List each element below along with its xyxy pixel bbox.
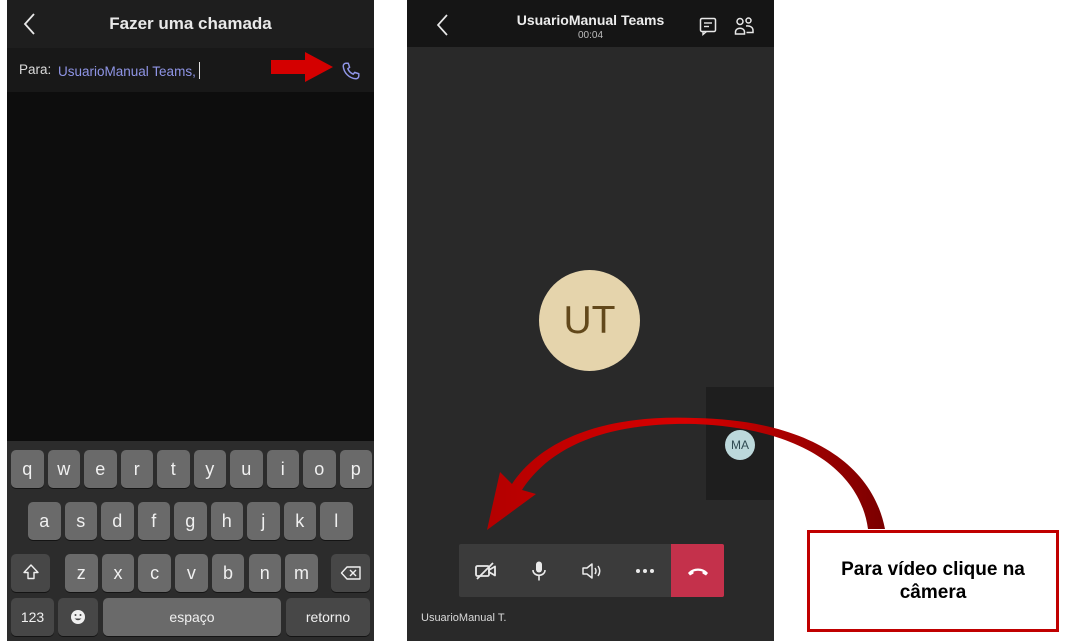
key-w[interactable]: w [47, 450, 80, 488]
key-e[interactable]: e [84, 450, 117, 488]
backspace-key[interactable] [331, 554, 370, 592]
key-j[interactable]: j [247, 502, 280, 540]
numbers-key[interactable]: 123 [11, 598, 54, 636]
recipient-field[interactable]: Para: UsuarioManual Teams, [7, 48, 374, 92]
make-call-screen: Fazer uma chamada Para: UsuarioManual Te… [7, 0, 374, 641]
key-f[interactable]: f [137, 502, 170, 540]
on-screen-keyboard: qwertyuiop asdfghjkl zxcvbnm 123 espaço … [7, 441, 374, 641]
key-s[interactable]: s [64, 502, 97, 540]
more-options-button[interactable] [618, 544, 671, 597]
recipient-value: UsuarioManual Teams, [58, 64, 196, 79]
key-h[interactable]: h [210, 502, 243, 540]
key-k[interactable]: k [283, 502, 316, 540]
active-call-screen: UsuarioManual Teams 00:04 UT MA UsuarioM… [407, 0, 774, 641]
key-y[interactable]: y [193, 450, 226, 488]
key-d[interactable]: d [101, 502, 134, 540]
page-title: Fazer uma chamada [109, 14, 272, 33]
key-v[interactable]: v [175, 554, 208, 592]
emoji-icon [71, 610, 85, 624]
participant-name-label: UsuarioManual T. [421, 612, 507, 624]
shift-key[interactable] [11, 554, 50, 592]
key-n[interactable]: n [248, 554, 281, 592]
caller-name: UsuarioManual Teams [516, 12, 665, 28]
key-a[interactable]: a [28, 502, 61, 540]
chat-icon[interactable] [698, 16, 718, 36]
key-c[interactable]: c [138, 554, 171, 592]
camera-toggle-button[interactable] [459, 544, 512, 597]
header-bar: Fazer uma chamada [7, 0, 374, 48]
key-r[interactable]: r [120, 450, 153, 488]
call-header: UsuarioManual Teams 00:04 [407, 0, 774, 47]
camera-off-icon [474, 561, 496, 580]
phone-call-icon[interactable] [340, 60, 362, 82]
microphone-icon [531, 561, 546, 580]
key-m[interactable]: m [285, 554, 318, 592]
key-t[interactable]: t [157, 450, 190, 488]
more-icon [635, 568, 654, 573]
key-o[interactable]: o [303, 450, 336, 488]
backspace-icon [340, 566, 361, 580]
shift-icon [22, 564, 39, 580]
callout-text: Para vídeo clique na câmera [841, 559, 1025, 603]
instruction-callout: Para vídeo clique na câmera [807, 530, 1059, 632]
key-g[interactable]: g [174, 502, 207, 540]
key-i[interactable]: i [266, 450, 299, 488]
speaker-button[interactable] [565, 544, 618, 597]
caller-avatar: UT [539, 270, 640, 371]
key-u[interactable]: u [230, 450, 263, 488]
to-label: Para: [19, 62, 52, 77]
emoji-key[interactable] [58, 598, 98, 636]
space-key[interactable]: espaço [103, 598, 281, 636]
participants-icon[interactable] [733, 15, 755, 37]
microphone-button[interactable] [512, 544, 565, 597]
key-z[interactable]: z [65, 554, 98, 592]
key-p[interactable]: p [339, 450, 372, 488]
call-controls-bar [459, 544, 724, 597]
self-avatar: MA [725, 430, 755, 460]
self-video-tile[interactable]: MA [706, 387, 774, 500]
return-key[interactable]: retorno [286, 598, 370, 636]
recipient-value-wrap[interactable]: UsuarioManual Teams, [58, 62, 201, 79]
key-x[interactable]: x [101, 554, 135, 592]
key-q[interactable]: q [11, 450, 44, 488]
key-b[interactable]: b [211, 554, 245, 592]
hang-up-button[interactable] [671, 544, 724, 597]
key-l[interactable]: l [320, 502, 353, 540]
call-timer: 00:04 [577, 30, 604, 41]
hang-up-icon [687, 568, 708, 575]
text-caret [198, 62, 201, 79]
speaker-icon [581, 562, 600, 579]
